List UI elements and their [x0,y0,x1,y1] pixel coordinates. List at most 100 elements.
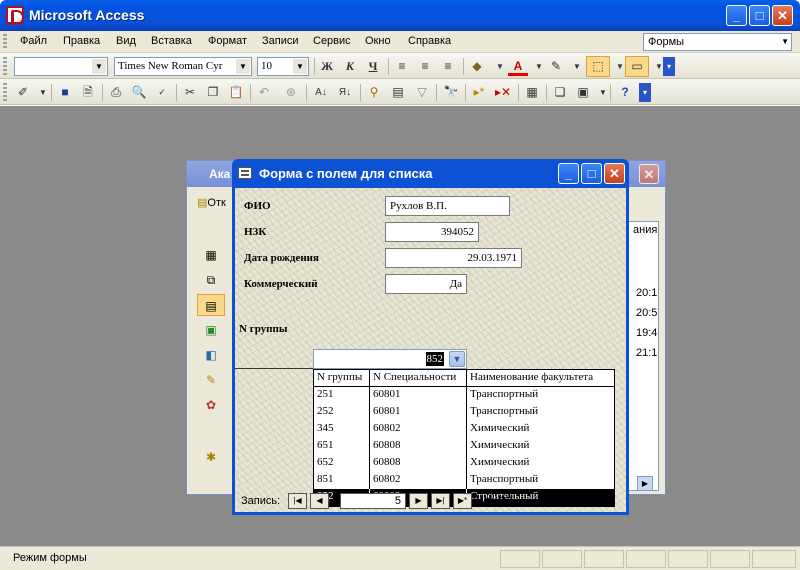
menu-view[interactable]: Вид [116,35,136,47]
sort-descending-icon[interactable]: Я↓ [335,83,355,102]
new-record-button[interactable]: ▶* [453,493,472,509]
menu-records[interactable]: Записи [262,35,299,47]
next-record-button[interactable]: ▶ [409,493,428,509]
chevron-down-icon[interactable]: ▼ [490,57,510,76]
properties-icon[interactable]: ▦ [522,83,542,102]
bold-button[interactable]: Ж [317,57,337,76]
object-type-combo[interactable]: Формы ▼ [643,33,792,51]
special-effect-icon[interactable]: ▭ [625,56,649,77]
list-item[interactable]: 851 60802 Транспортный [314,472,614,489]
macros-icon[interactable]: ✎ [197,369,225,391]
paste-icon[interactable]: 📋 [226,83,246,102]
save-icon[interactable]: ■ [55,83,75,102]
pages-icon[interactable]: ◧ [197,344,225,366]
find-icon[interactable]: 🔭 [441,83,461,102]
group-combo-value[interactable]: 852 [425,352,444,366]
list-item[interactable]: 652 60808 Химический [314,455,614,472]
record-number-input[interactable]: 5 [340,493,406,509]
chevron-down-icon[interactable]: ▼ [567,57,587,76]
menu-help[interactable]: Справка [408,35,451,47]
copy-icon[interactable]: ❐ [203,83,223,102]
fio-field[interactable]: Рухлов В.П. [385,196,510,216]
maximize-button[interactable]: □ [581,163,602,184]
database-window-icon[interactable]: ❏ [550,83,570,102]
tables-icon[interactable]: ▦ [197,244,225,266]
chevron-down-icon[interactable]: ▼ [92,59,106,74]
list-item[interactable]: 251 60801 Транспортный [314,387,614,404]
font-size-combo[interactable]: 10 ▼ [257,57,309,76]
chevron-down-icon[interactable]: ▼ [33,83,53,102]
previous-record-button[interactable]: ◀ [310,493,329,509]
minimize-button[interactable]: _ [726,5,747,26]
toolbar-options-icon[interactable]: ▾ [639,83,651,102]
nzk-field[interactable]: 394052 [385,222,479,242]
access-app-icon[interactable] [6,6,24,25]
queries-icon[interactable]: ⧉ [197,269,225,291]
list-item[interactable]: 252 60801 Транспортный [314,404,614,421]
menu-tools[interactable]: Сервис [313,35,351,47]
menu-edit[interactable]: Правка [63,35,100,47]
hyperlink-icon[interactable]: ⊛ [281,83,301,102]
menubar-grip[interactable] [3,34,7,49]
group-dropdown-list[interactable]: N группы N Специальности Наименование фа… [313,369,615,507]
align-left-icon[interactable]: ≡ [392,57,412,76]
print-icon[interactable]: ⎙ [106,83,126,102]
favorites-icon[interactable]: ✱ [197,446,225,468]
chevron-down-icon[interactable]: ▼ [236,59,250,74]
menu-format[interactable]: Формат [208,35,247,47]
file-search-icon[interactable]: 🗎 [78,83,98,102]
close-button[interactable]: ✕ [604,163,625,184]
commercial-field[interactable]: Да [385,274,467,294]
menu-insert[interactable]: Вставка [151,35,192,47]
dob-field[interactable]: 29.03.1971 [385,248,522,268]
form-window[interactable]: Форма с полем для списка _ □ ✕ ФИО Рухло… [232,159,629,515]
list-item[interactable]: 345 60802 Химический [314,421,614,438]
toolbar-grip[interactable] [3,57,7,75]
filter-by-selection-icon[interactable]: ⚲ [364,83,384,102]
fill-color-icon[interactable]: ◆ [467,57,487,76]
modules-icon[interactable]: ✿ [197,394,225,416]
first-record-button[interactable]: |◀ [288,493,307,509]
new-object-icon[interactable]: ▣ [573,83,593,102]
reports-icon[interactable]: ▣ [197,319,225,341]
new-record-icon[interactable]: ▸* [469,83,489,102]
border-style-icon[interactable]: ⬚ [586,56,610,77]
sort-ascending-icon[interactable]: A↓ [311,83,331,102]
cut-icon[interactable]: ✂ [180,83,200,102]
toolbar-options-icon[interactable]: ▾ [663,57,675,76]
filter-by-form-icon[interactable]: ▤ [388,83,408,102]
delete-record-icon[interactable]: ▸✕ [493,83,513,102]
minimize-button[interactable]: _ [558,163,579,184]
forms-icon[interactable]: ▤ [197,294,225,316]
list-item[interactable]: 651 60808 Химический [314,438,614,455]
spelling-icon[interactable]: ✓ [152,83,172,102]
cell: 60801 [370,404,467,421]
close-button[interactable]: ✕ [639,164,659,184]
italic-button[interactable]: К [340,57,360,76]
chevron-down-icon[interactable]: ▼ [781,37,789,46]
help-icon[interactable]: ? [615,83,635,102]
font-color-icon[interactable]: A [508,57,528,76]
group-combo[interactable]: 852 ▼ [313,349,467,369]
font-combo[interactable]: Times New Roman Cyr ▼ [114,57,252,76]
chevron-down-icon[interactable]: ▼ [293,59,307,74]
undo-icon[interactable]: ↶ [254,83,274,102]
chevron-down-icon[interactable]: ▼ [449,351,465,367]
apply-filter-icon[interactable]: ▽ [412,83,432,102]
scroll-right-button[interactable]: ▶ [637,476,653,491]
print-preview-icon[interactable]: 🔍 [129,83,149,102]
object-combo[interactable]: ▼ [14,57,108,76]
close-button[interactable]: ✕ [772,5,793,26]
underline-button[interactable]: Ч [363,57,383,76]
align-center-icon[interactable]: ≡ [415,57,435,76]
align-right-icon[interactable]: ≡ [438,57,458,76]
maximize-button[interactable]: □ [749,5,770,26]
toolbar-grip[interactable] [3,83,7,101]
view-icon[interactable]: ✐ [13,83,33,102]
line-color-icon[interactable]: ✎ [546,57,566,76]
last-record-button[interactable]: ▶| [431,493,450,509]
menu-file[interactable]: Файл [20,35,47,47]
menu-window[interactable]: Окно [365,35,391,47]
form-icon[interactable] [238,167,252,179]
open-button[interactable]: ▤Отк [197,196,226,209]
